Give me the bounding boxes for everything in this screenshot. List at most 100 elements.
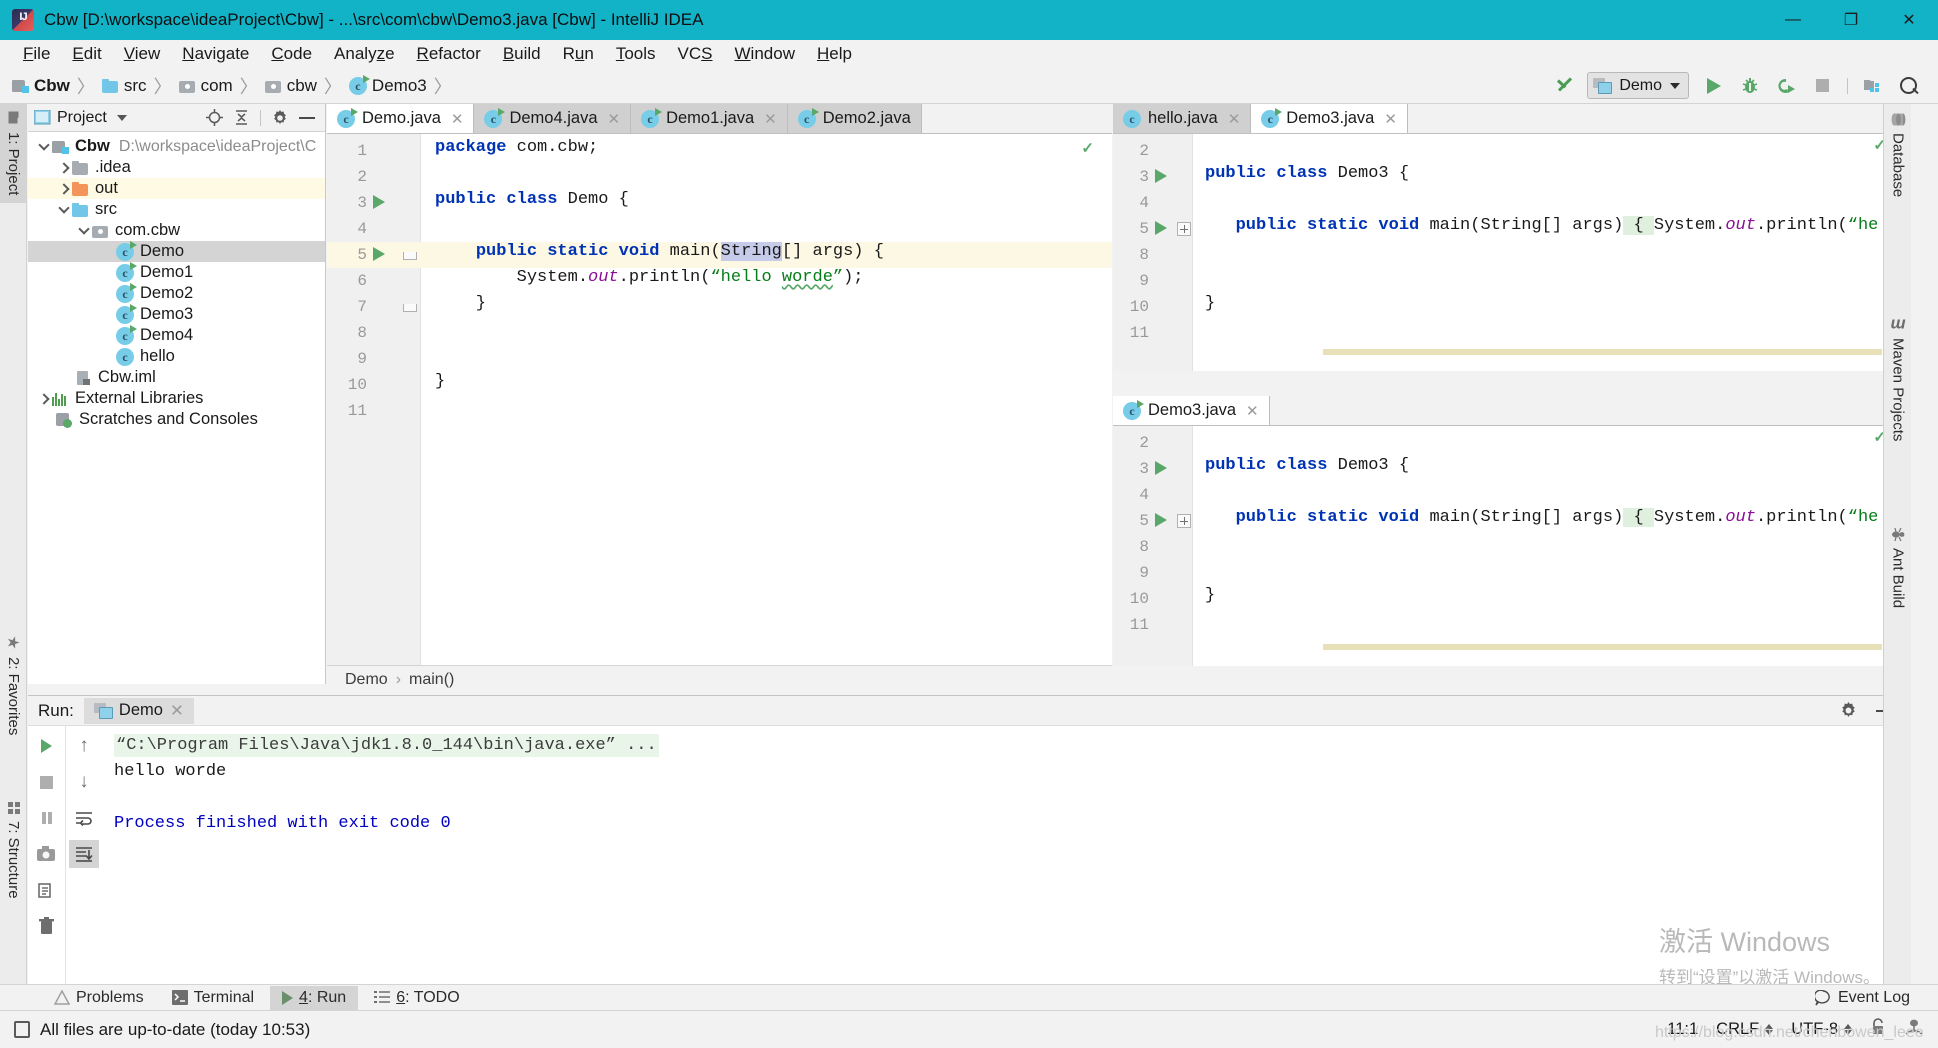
sidebar-item-project[interactable]: 1: Project bbox=[0, 104, 27, 204]
soft-wrap-button[interactable] bbox=[69, 804, 99, 832]
breadcrumb-item-cbw-pkg[interactable]: cbw bbox=[264, 76, 317, 96]
maximize-button[interactable]: ❐ bbox=[1822, 0, 1880, 40]
code-line[interactable]: 7 } bbox=[327, 294, 1112, 320]
next-occurrence-button[interactable]: ↓ bbox=[69, 768, 99, 796]
sidebar-item-structure[interactable]: 7: Structure bbox=[0, 794, 27, 907]
close-icon[interactable]: ✕ bbox=[1228, 110, 1241, 128]
editor-code-left[interactable]: 1 package com.cbw; 2 3 public class Demo {4 5… bbox=[327, 134, 1112, 665]
menu-vcs[interactable]: VCS bbox=[667, 41, 724, 67]
menu-tools[interactable]: Tools bbox=[605, 41, 667, 67]
code-line[interactable]: 11 bbox=[1113, 320, 1910, 346]
run-console-output[interactable]: “C:\Program Files\Java\jdk1.8.0_144\bin\… bbox=[104, 726, 1910, 984]
editor-demo3-top[interactable]: 2 3 public class Demo3 {4 5 public static v… bbox=[1113, 134, 1910, 371]
twisty-collapsed-icon[interactable] bbox=[56, 157, 72, 178]
editor-code-right-bottom[interactable]: 2 3 public class Demo3 {4 5 public static v… bbox=[1113, 426, 1910, 666]
editor-demo-java[interactable]: 1 package com.cbw; 2 3 public class Demo {4 5… bbox=[327, 134, 1112, 665]
stop-button[interactable] bbox=[1807, 72, 1837, 99]
code-line[interactable]: 11 bbox=[327, 398, 1112, 424]
sidebar-item-database[interactable]: Database bbox=[1884, 104, 1912, 205]
export-button[interactable] bbox=[32, 876, 62, 904]
code-line[interactable]: 3 public class Demo3 { bbox=[1113, 456, 1910, 482]
tree-item-src[interactable]: src bbox=[28, 199, 325, 220]
tree-item-demo1[interactable]: c Demo1 bbox=[28, 261, 325, 283]
close-icon[interactable]: ✕ bbox=[764, 110, 777, 128]
close-icon[interactable]: ✕ bbox=[451, 110, 464, 128]
code-line[interactable]: 9 bbox=[327, 346, 1112, 372]
bottom-item-todo[interactable]: 6: TODO bbox=[362, 986, 471, 1010]
breadcrumb-item-demo3[interactable]: c Demo3 bbox=[348, 74, 427, 96]
menu-navigate[interactable]: Navigate bbox=[171, 41, 260, 67]
locate-file-button[interactable] bbox=[202, 107, 226, 129]
code-line[interactable]: 2 bbox=[327, 164, 1112, 190]
tree-item-idea[interactable]: .idea bbox=[28, 157, 325, 178]
menu-window[interactable]: Window bbox=[724, 41, 806, 67]
update-project-button[interactable] bbox=[1551, 72, 1581, 99]
code-line[interactable]: 3 public class Demo { bbox=[327, 190, 1112, 216]
menu-view[interactable]: View bbox=[113, 41, 172, 67]
breadcrumb-class[interactable]: Demo bbox=[345, 671, 388, 689]
gutter-run-icon[interactable] bbox=[373, 247, 385, 261]
code-line[interactable]: 2 bbox=[1113, 138, 1910, 164]
code-line[interactable]: 10} bbox=[1113, 586, 1910, 612]
previous-occurrence-button[interactable]: ↑ bbox=[69, 732, 99, 760]
tree-item-demo[interactable]: c Demo bbox=[28, 240, 325, 262]
collapse-all-button[interactable] bbox=[229, 107, 253, 129]
twisty-expanded-icon[interactable] bbox=[76, 220, 92, 241]
code-line[interactable]: 9 bbox=[1113, 560, 1910, 586]
menu-edit[interactable]: Edit bbox=[61, 41, 112, 67]
code-folding-tip-icon[interactable] bbox=[403, 252, 417, 260]
sidebar-item-favorites[interactable]: ★ 2: Favorites bbox=[0, 624, 27, 743]
pause-button[interactable] bbox=[32, 804, 62, 832]
code-line[interactable]: 9 bbox=[1113, 268, 1910, 294]
rerun-button[interactable] bbox=[32, 732, 62, 760]
code-line[interactable]: 10} bbox=[327, 372, 1112, 398]
twisty-collapsed-icon[interactable] bbox=[56, 178, 72, 199]
tab-hello-java[interactable]: c hello.java ✕ bbox=[1113, 104, 1252, 133]
close-icon[interactable]: ✕ bbox=[608, 110, 621, 128]
code-line[interactable]: 4 bbox=[327, 216, 1112, 242]
menu-help[interactable]: Help bbox=[806, 41, 863, 67]
gutter-run-icon[interactable] bbox=[1155, 221, 1167, 235]
code-line[interactable]: 8 bbox=[1113, 534, 1910, 560]
tab-demo3-java-bottom[interactable]: c Demo3.java ✕ bbox=[1113, 396, 1270, 425]
tab-demo3-java-top[interactable]: c Demo3.java ✕ bbox=[1251, 104, 1408, 133]
editor-code-right-top[interactable]: 2 3 public class Demo3 {4 5 public static v… bbox=[1113, 134, 1910, 371]
run-tab-demo[interactable]: Demo ✕ bbox=[83, 697, 194, 724]
tree-item-out[interactable]: out bbox=[28, 178, 325, 199]
menu-refactor[interactable]: Refactor bbox=[406, 41, 492, 67]
menu-code[interactable]: Code bbox=[260, 41, 323, 67]
menu-build[interactable]: Build bbox=[492, 41, 552, 67]
gutter-run-icon[interactable] bbox=[373, 195, 385, 209]
twisty-expanded-icon[interactable] bbox=[56, 199, 72, 220]
settings-button[interactable] bbox=[268, 107, 292, 129]
tab-demo4-java[interactable]: c Demo4.java ✕ bbox=[474, 104, 632, 133]
run-button[interactable] bbox=[1699, 72, 1729, 99]
gutter-run-icon[interactable] bbox=[1155, 169, 1167, 183]
breadcrumb-item-cbw[interactable]: Cbw bbox=[12, 76, 70, 96]
breadcrumb-item-src[interactable]: src bbox=[101, 76, 147, 96]
code-line[interactable]: 2 bbox=[1113, 430, 1910, 456]
clear-all-button[interactable] bbox=[32, 912, 62, 940]
code-folding-tip-icon[interactable] bbox=[403, 304, 417, 312]
run-with-coverage-button[interactable] bbox=[1771, 72, 1801, 99]
tree-item-external-libraries[interactable]: External Libraries bbox=[28, 388, 325, 409]
bottom-item-terminal[interactable]: Terminal bbox=[160, 986, 266, 1010]
code-line[interactable]: 4 bbox=[1113, 482, 1910, 508]
code-line[interactable]: 1 package com.cbw; bbox=[327, 138, 1112, 164]
gutter-run-icon[interactable] bbox=[1155, 461, 1167, 475]
tab-demo-java[interactable]: c Demo.java ✕ bbox=[327, 104, 475, 133]
breadcrumb-item-com[interactable]: com bbox=[178, 76, 233, 96]
code-line[interactable]: 11 bbox=[1113, 612, 1910, 638]
code-line[interactable]: 8 bbox=[1113, 242, 1910, 268]
tree-item-demo3[interactable]: c Demo3 bbox=[28, 303, 325, 325]
hide-panel-button[interactable] bbox=[295, 107, 319, 129]
code-line[interactable]: 10} bbox=[1113, 294, 1910, 320]
code-line[interactable]: 5 public static void main(String[] args)… bbox=[1113, 216, 1910, 242]
run-settings-button[interactable] bbox=[1836, 700, 1860, 722]
twisty-expanded-icon[interactable] bbox=[36, 136, 52, 157]
tab-demo1-java[interactable]: c Demo1.java ✕ bbox=[631, 104, 788, 133]
debug-button[interactable] bbox=[1735, 72, 1765, 99]
close-icon[interactable]: ✕ bbox=[1384, 110, 1397, 128]
sidebar-item-maven-projects[interactable]: m Maven Projects bbox=[1884, 309, 1912, 450]
scroll-to-end-button[interactable] bbox=[69, 840, 99, 868]
